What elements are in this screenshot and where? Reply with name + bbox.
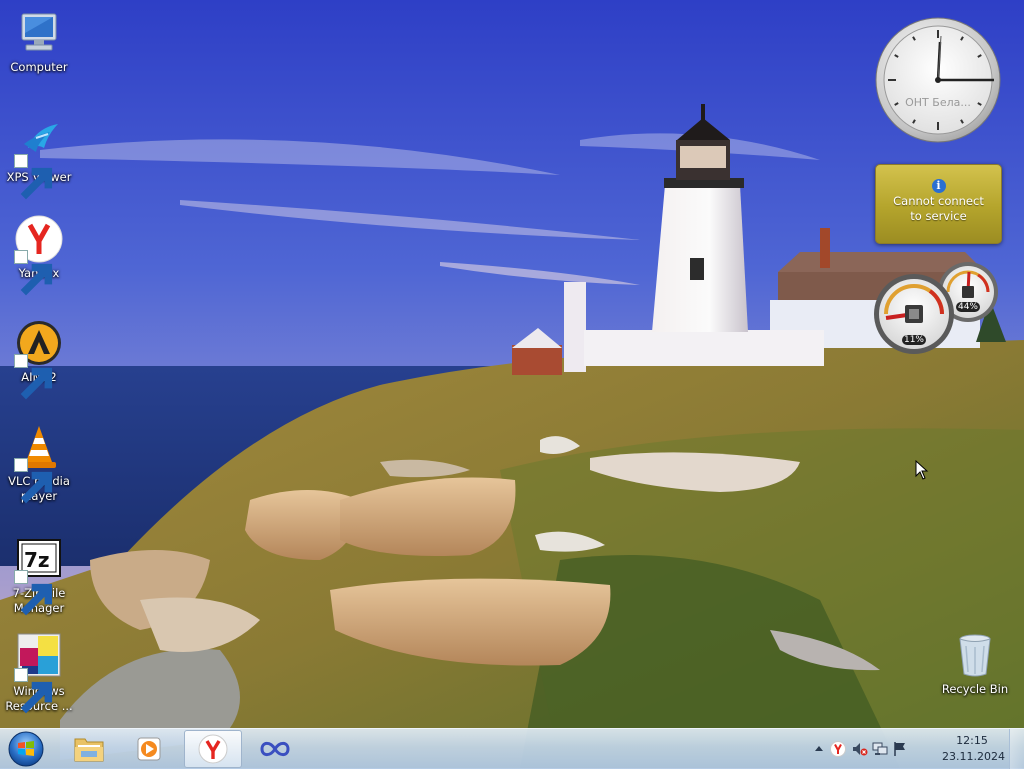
desktop-wallpaper xyxy=(0,0,1024,768)
yandex-tray-icon[interactable] xyxy=(830,741,846,757)
taskbar-infinity[interactable] xyxy=(246,730,304,768)
desktop-icon-windows-resource[interactable]: Windows Resource ... xyxy=(0,632,78,714)
taskbar-media-player[interactable] xyxy=(120,730,178,768)
taskbar-date: 23.11.2024 xyxy=(942,750,1005,763)
computer-icon xyxy=(14,8,64,58)
clock-caption: ОНТ Бела... xyxy=(905,96,971,109)
shortcut-arrow-icon xyxy=(14,154,53,200)
show-hidden-icons-icon[interactable] xyxy=(814,741,824,757)
action-center-flag-icon[interactable] xyxy=(892,741,908,757)
weather-gadget[interactable]: i Cannot connect to service xyxy=(875,164,1002,244)
xps-viewer-icon xyxy=(14,118,64,200)
yandex-browser-icon xyxy=(14,214,64,296)
start-button[interactable] xyxy=(6,730,46,768)
mouse-pointer-icon xyxy=(915,460,929,480)
taskbar-yandex[interactable] xyxy=(184,730,242,768)
volume-muted-icon[interactable] xyxy=(852,741,868,757)
svg-text:7z: 7z xyxy=(24,548,50,572)
recycle-bin-icon xyxy=(950,630,1000,680)
info-icon: i xyxy=(931,179,946,193)
yandex-browser-icon xyxy=(198,734,228,764)
desktop-icon-vlc[interactable]: VLC media player xyxy=(0,422,78,504)
shortcut-arrow-icon xyxy=(14,668,53,714)
desktop-icon-label: Computer xyxy=(10,60,68,74)
windows-resource-icon xyxy=(14,632,64,714)
cpu-percent: 11% xyxy=(902,335,926,345)
shortcut-arrow-icon xyxy=(14,250,53,296)
weather-error-message: Cannot connect to service xyxy=(893,194,984,223)
analog-clock-face xyxy=(875,17,1001,143)
clock-gadget[interactable]: ОНТ Бела... xyxy=(874,16,1002,144)
desktop-icon-yandex[interactable]: Yandex xyxy=(0,214,78,296)
cpu-meter-dials xyxy=(874,262,998,354)
desktop-icon-7zip[interactable]: 7z 7-Zip File Manager xyxy=(0,534,78,616)
shortcut-arrow-icon xyxy=(14,570,53,616)
desktop-icon-label: Recycle Bin xyxy=(941,682,1009,696)
windows-start-orb-icon xyxy=(8,731,44,767)
media-player-icon xyxy=(137,737,161,761)
taskbar-time: 12:15 xyxy=(956,734,988,747)
aimp-icon xyxy=(14,318,64,400)
cpu-meter-gadget[interactable]: 11% 44% xyxy=(872,262,1002,354)
folder-icon xyxy=(74,738,104,762)
taskbar-clock[interactable]: 12:15 23.11.2024 xyxy=(942,733,1005,765)
system-tray: 12:15 23.11.2024 xyxy=(804,729,1024,769)
shortcut-arrow-icon xyxy=(14,458,53,504)
shortcut-arrow-icon xyxy=(14,354,53,400)
7zip-icon: 7z xyxy=(14,534,64,616)
vlc-cone-icon xyxy=(14,422,64,504)
desktop-icon-xps-viewer[interactable]: XPS Viewer xyxy=(0,118,78,200)
desktop-icon-aimp2[interactable]: AIMP2 xyxy=(0,318,78,400)
taskbar-windows-explorer[interactable] xyxy=(60,730,118,768)
infinity-icon xyxy=(260,741,290,757)
memory-percent: 44% xyxy=(956,302,980,312)
show-desktop-button[interactable] xyxy=(1009,729,1024,769)
desktop-icon-recycle-bin[interactable]: Recycle Bin xyxy=(936,630,1014,697)
network-icon[interactable] xyxy=(872,741,888,757)
taskbar: 12:15 23.11.2024 xyxy=(0,728,1024,769)
desktop-icon-computer[interactable]: Computer xyxy=(0,8,78,75)
